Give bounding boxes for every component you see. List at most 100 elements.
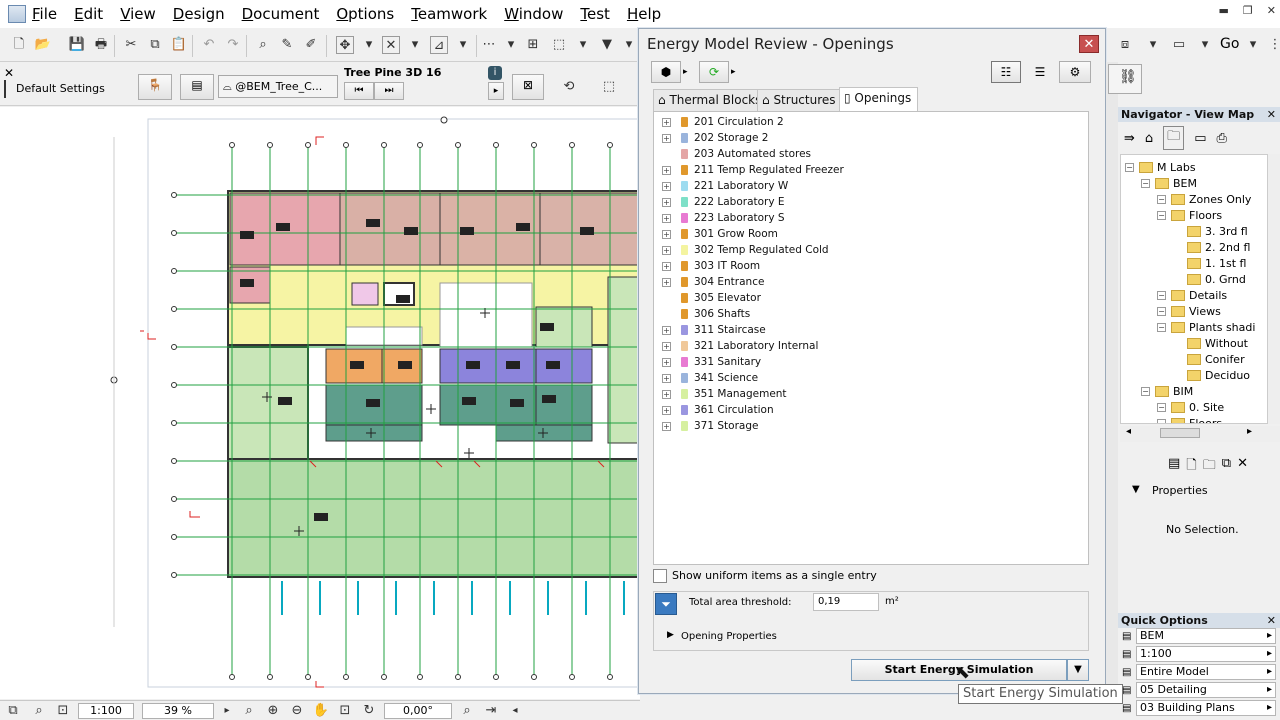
dropdown-arrow-icon[interactable]: ▾ xyxy=(574,36,592,54)
menu-document[interactable]: Document xyxy=(242,5,320,23)
list-item[interactable]: +321 Laboratory Internal xyxy=(662,338,818,354)
tree-item[interactable]: Deciduo xyxy=(1173,367,1250,383)
scroll-left-icon[interactable]: ◂ xyxy=(1126,426,1131,437)
list-item[interactable]: +302 Temp Regulated Cold xyxy=(662,242,829,258)
app-icon[interactable] xyxy=(8,5,26,23)
view-map-icon[interactable]: 🗀 xyxy=(1163,126,1185,150)
expand-icon[interactable]: + xyxy=(662,229,671,239)
project-map-icon[interactable]: ⌂ xyxy=(1145,131,1153,146)
floor-plan-canvas[interactable] xyxy=(0,107,640,699)
expand-icon[interactable]: − xyxy=(1125,162,1134,172)
expand-icon[interactable]: − xyxy=(1157,402,1166,412)
expand-icon[interactable] xyxy=(662,150,671,159)
expand-icon[interactable] xyxy=(1173,355,1182,364)
list-item[interactable]: +301 Grow Room xyxy=(662,226,778,242)
list-item[interactable]: 306 Shafts xyxy=(662,306,750,322)
undo-icon[interactable]: ↶ xyxy=(200,36,218,54)
filter-button[interactable]: ⏷ xyxy=(655,593,677,615)
zoom-in-area-icon[interactable]: ⌕ xyxy=(240,702,258,720)
list-item[interactable]: +311 Staircase xyxy=(662,322,766,338)
expand-icon[interactable]: + xyxy=(662,373,671,383)
cut-icon[interactable]: ✂ xyxy=(122,36,140,54)
dropdown-arrow-icon[interactable]: ▾ xyxy=(360,36,378,54)
expand-icon[interactable]: − xyxy=(1157,290,1166,300)
menu-help[interactable]: Help xyxy=(627,5,661,23)
eyedropper-icon[interactable]: ✎ xyxy=(278,36,296,54)
fit-in-window-icon[interactable]: ⊡ xyxy=(336,702,354,720)
list-item[interactable]: +303 IT Room xyxy=(662,258,760,274)
redo-icon[interactable]: ↷ xyxy=(224,36,242,54)
navigator-hscrollbar[interactable]: ◂ ▸ xyxy=(1120,426,1280,442)
pan-icon[interactable]: ✋ xyxy=(312,702,330,720)
quick-option-dropdown[interactable]: BEM xyxy=(1136,628,1276,644)
publisher-sets-icon[interactable]: ⎙ xyxy=(1216,131,1226,146)
list-item[interactable]: +361 Circulation xyxy=(662,402,774,418)
delete-icon[interactable]: ✕ xyxy=(1237,456,1248,478)
more-icon[interactable]: ⋮ xyxy=(1266,36,1280,54)
tab-thermal-blocks[interactable]: ⌂ Thermal Blocks xyxy=(653,89,769,111)
expand-icon[interactable]: − xyxy=(1141,386,1150,396)
list-item[interactable]: +221 Laboratory W xyxy=(662,178,788,194)
dropdown-arrow-icon[interactable]: ▾ xyxy=(1244,36,1262,54)
previous-zoom-icon[interactable]: ⌕ xyxy=(458,702,476,720)
expand-icon[interactable]: + xyxy=(662,357,671,367)
list-item[interactable]: +201 Circulation 2 xyxy=(662,114,784,130)
expand-icon[interactable]: − xyxy=(1157,194,1166,204)
minimize-icon[interactable]: ▬ xyxy=(1219,4,1229,17)
tree-item[interactable]: 1. 1st fl xyxy=(1173,255,1246,271)
settings-button[interactable]: ⚙ xyxy=(1059,61,1091,83)
tree-item[interactable]: Conifer xyxy=(1173,351,1245,367)
expand-icon[interactable]: + xyxy=(662,181,671,191)
expand-arrow-icon[interactable]: ▶ xyxy=(667,630,674,640)
expand-icon[interactable]: − xyxy=(1141,178,1150,188)
rotate-view-icon[interactable]: ↻ xyxy=(360,702,378,720)
list-item[interactable]: +371 Storage xyxy=(662,418,758,434)
list-item[interactable]: 305 Elevator xyxy=(662,290,761,306)
paste-icon[interactable]: 📋 xyxy=(170,36,188,54)
list-item[interactable]: +202 Storage 2 xyxy=(662,130,768,146)
tree-item[interactable]: 0. Grnd xyxy=(1173,271,1246,287)
expand-icon[interactable]: + xyxy=(662,325,671,335)
quick-option-dropdown[interactable]: 03 Building Plans xyxy=(1136,700,1276,716)
expand-icon[interactable]: − xyxy=(1157,210,1166,220)
object-settings-button[interactable]: 🪑 xyxy=(138,74,172,100)
expand-icon[interactable]: + xyxy=(662,405,671,415)
mirror-icon[interactable]: ⬚ xyxy=(600,78,618,96)
expand-icon[interactable] xyxy=(1173,275,1182,284)
dropdown-arrow-icon[interactable]: ▾ xyxy=(454,36,472,54)
clone-icon[interactable]: ⧉ xyxy=(1222,456,1231,478)
tree-item[interactable]: − BEM xyxy=(1141,175,1197,191)
navigator-scrollbar[interactable] xyxy=(1268,154,1280,424)
expand-icon[interactable] xyxy=(662,294,671,303)
guide-icon[interactable]: ✕ xyxy=(382,36,400,54)
show-uniform-checkbox[interactable] xyxy=(653,569,667,583)
tab-openings[interactable]: ▯ Openings xyxy=(839,87,919,111)
expand-icon[interactable]: − xyxy=(1157,306,1166,316)
expand-icon[interactable]: + xyxy=(662,117,671,127)
tree-item[interactable]: 3. 3rd fl xyxy=(1173,223,1248,239)
next-button[interactable]: ⏭ xyxy=(374,82,404,100)
pen-icon[interactable]: ▼ xyxy=(598,36,616,54)
list-item[interactable]: +341 Science xyxy=(662,370,758,386)
layout-view-icon[interactable]: ⧉ xyxy=(4,702,22,720)
lock-toggle[interactable]: ⛓ xyxy=(1108,64,1142,94)
quick-option-dropdown[interactable]: 1:100 xyxy=(1136,646,1276,662)
object-name-field[interactable]: ⌓ @BEM_Tree_C... xyxy=(218,75,338,98)
anchor-button[interactable]: ⊠ xyxy=(512,74,544,100)
previous-button[interactable]: ⏮ xyxy=(344,82,374,100)
zoom-in-icon[interactable]: ⊕ xyxy=(264,702,282,720)
thermal-block-tool-button[interactable]: ⬢ xyxy=(651,61,681,83)
scroll-right-icon[interactable]: ▸ xyxy=(1247,426,1252,437)
expand-icon[interactable]: + xyxy=(662,277,671,287)
new-file-icon[interactable]: 🗋 xyxy=(10,36,28,54)
expand-icon[interactable] xyxy=(1173,243,1182,252)
tree-item[interactable]: Without xyxy=(1173,335,1248,351)
tree-item[interactable]: − Zones Only xyxy=(1157,191,1251,207)
expand-icon[interactable] xyxy=(1173,259,1182,268)
list-item[interactable]: +222 Laboratory E xyxy=(662,194,785,210)
openings-list[interactable]: +201 Circulation 2 +202 Storage 2 203 Auto… xyxy=(653,111,1089,565)
list-item[interactable]: 203 Automated stores xyxy=(662,146,811,162)
expand-icon[interactable]: + xyxy=(662,245,671,255)
tree-item[interactable]: − 0. Site xyxy=(1157,399,1224,415)
threshold-input[interactable]: 0,19 xyxy=(813,593,879,611)
